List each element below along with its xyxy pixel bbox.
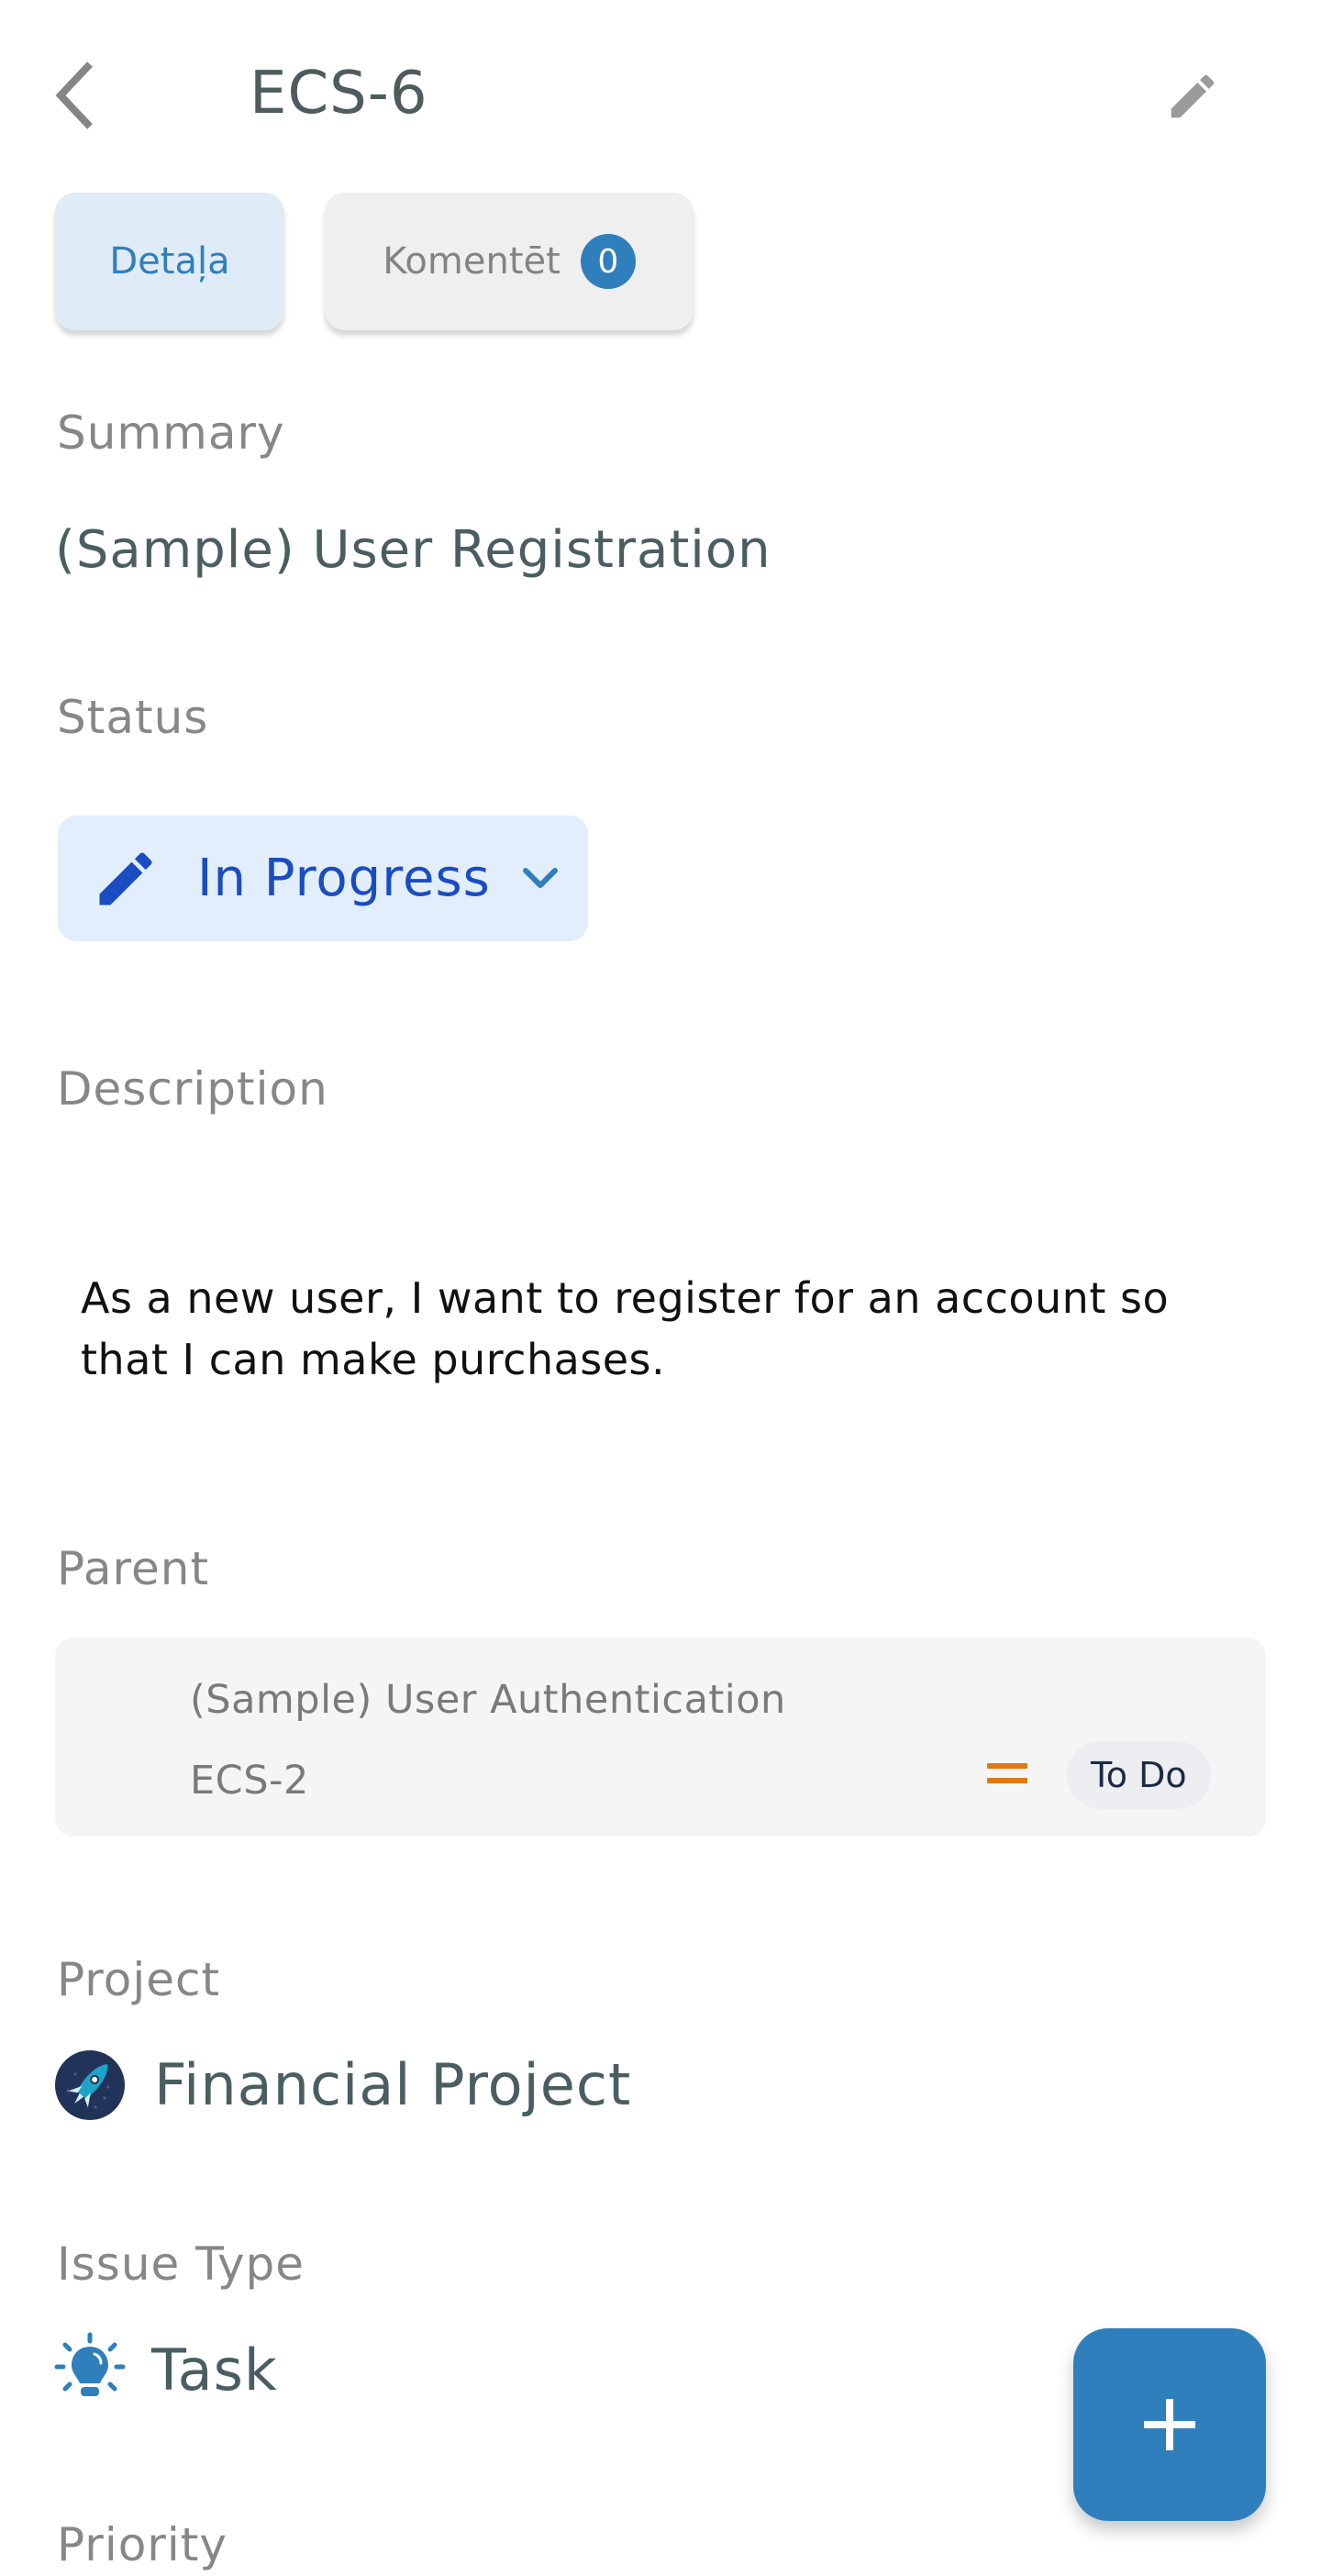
tab-details[interactable]: Detaļa bbox=[55, 193, 284, 330]
lightbulb-icon bbox=[54, 2332, 126, 2396]
summary-value: (Sample) User Registration bbox=[55, 520, 772, 580]
status-label: Status bbox=[57, 691, 209, 744]
priority-medium-icon bbox=[987, 1763, 1027, 1783]
issue-type-label: Issue Type bbox=[57, 2237, 305, 2291]
parent-issue-title: (Sample) User Authentication bbox=[190, 1677, 786, 1723]
summary-label: Summary bbox=[57, 406, 285, 460]
page-title: ECS-6 bbox=[250, 60, 428, 128]
status-dropdown[interactable]: In Progress bbox=[58, 816, 588, 941]
description-text: As a new user, I want to register for an… bbox=[81, 1273, 1170, 1384]
chevron-left-icon bbox=[55, 61, 93, 129]
description-label: Description bbox=[57, 1062, 328, 1116]
rocket-avatar-icon bbox=[55, 2050, 125, 2120]
tab-details-label: Detaļa bbox=[109, 240, 230, 283]
parent-issue-card[interactable]: (Sample) User Authentication ECS-2 To Do bbox=[55, 1638, 1266, 1837]
issue-type-value: Task bbox=[151, 2337, 278, 2404]
plus-icon bbox=[1144, 2399, 1195, 2450]
add-button[interactable] bbox=[1073, 2328, 1266, 2521]
priority-label: Priority bbox=[57, 2518, 228, 2571]
edit-button[interactable] bbox=[1151, 55, 1234, 138]
parent-issue-key: ECS-2 bbox=[190, 1758, 309, 1804]
project-value: Financial Project bbox=[154, 2051, 632, 2118]
chevron-down-icon bbox=[522, 867, 559, 891]
status-value: In Progress bbox=[197, 849, 491, 908]
parent-status-badge: To Do bbox=[1067, 1741, 1211, 1809]
pencil-icon bbox=[99, 851, 152, 905]
tab-comments-label: Komentēt bbox=[383, 240, 561, 283]
parent-label: Parent bbox=[57, 1542, 210, 1595]
tab-comments[interactable]: Komentēt 0 bbox=[325, 193, 694, 330]
back-button[interactable] bbox=[37, 51, 114, 139]
comment-count-badge: 0 bbox=[580, 234, 636, 289]
pencil-icon bbox=[1171, 74, 1215, 118]
project-label: Project bbox=[57, 1953, 221, 2006]
